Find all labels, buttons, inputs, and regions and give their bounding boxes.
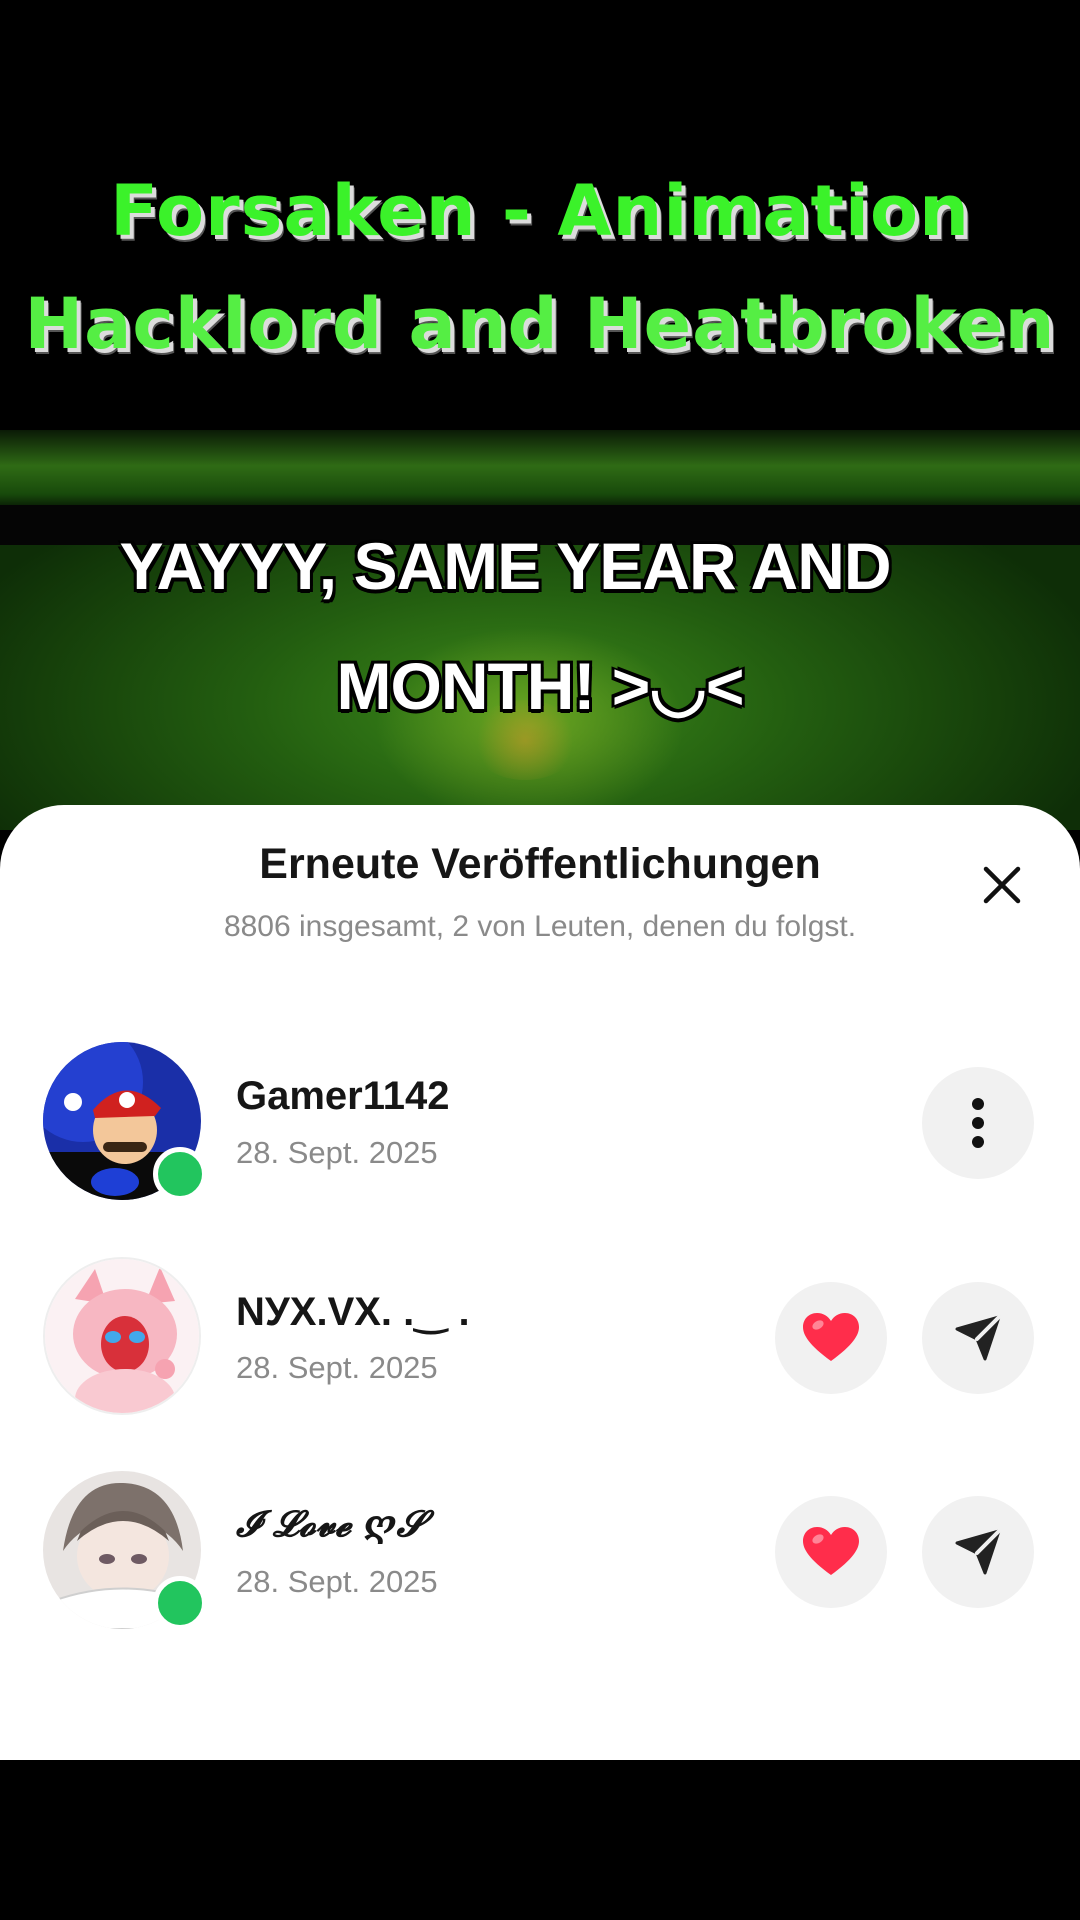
video-title-line2: Hacklord and Heatbroken	[24, 283, 1056, 365]
send-icon	[955, 1529, 1001, 1575]
username[interactable]: Gamer1142	[236, 1074, 450, 1119]
more-vertical-icon	[972, 1098, 984, 1148]
heart-icon	[803, 1313, 859, 1361]
like-button[interactable]	[775, 1496, 887, 1608]
repost-row[interactable]: Gamer1142 28. Sept. 2025	[0, 1037, 1080, 1207]
sheet-subtitle: 8806 insgesamt, 2 von Leuten, denen du f…	[223, 910, 857, 943]
heart-icon	[803, 1527, 859, 1575]
avatar[interactable]	[43, 1257, 201, 1415]
more-options-button[interactable]	[922, 1067, 1034, 1179]
video-title-line1: Forsaken - Animation	[110, 170, 970, 252]
video-player[interactable]: Forsaken - Animation Hacklord and Heatbr…	[0, 0, 1080, 830]
repost-date: 28. Sept. 2025	[236, 1350, 438, 1385]
like-button[interactable]	[775, 1282, 887, 1394]
video-caption-line2: MONTH! >◡<	[336, 649, 745, 723]
close-button[interactable]	[970, 853, 1034, 917]
repost-date: 28. Sept. 2025	[236, 1135, 438, 1170]
online-status-dot	[153, 1576, 207, 1630]
close-icon	[983, 866, 1021, 904]
username[interactable]: 𝓘 𝓛𝓸𝓿𝓮 ღ𝓢	[236, 1503, 424, 1546]
repost-date: 28. Sept. 2025	[236, 1564, 438, 1599]
send-button[interactable]	[922, 1282, 1034, 1394]
send-icon	[955, 1315, 1001, 1361]
repost-row[interactable]: 𝓘 𝓛𝓸𝓿𝓮 ღ𝓢 28. Sept. 2025	[0, 1466, 1080, 1636]
sheet-title: Erneute Veröffentlichungen	[259, 840, 821, 888]
send-button[interactable]	[922, 1496, 1034, 1608]
online-status-dot	[153, 1147, 207, 1201]
video-frame-band	[0, 430, 1080, 510]
video-caption-line1: YAYYY, SAME YEAR AND	[119, 529, 891, 603]
bottom-bar	[0, 1760, 1080, 1920]
username[interactable]: NУX.VX. .‿ .	[236, 1289, 470, 1335]
repost-row[interactable]: NУX.VX. .‿ . 28. Sept. 2025	[0, 1252, 1080, 1422]
reposts-sheet: Erneute Veröffentlichungen 8806 insgesam…	[0, 805, 1080, 1760]
